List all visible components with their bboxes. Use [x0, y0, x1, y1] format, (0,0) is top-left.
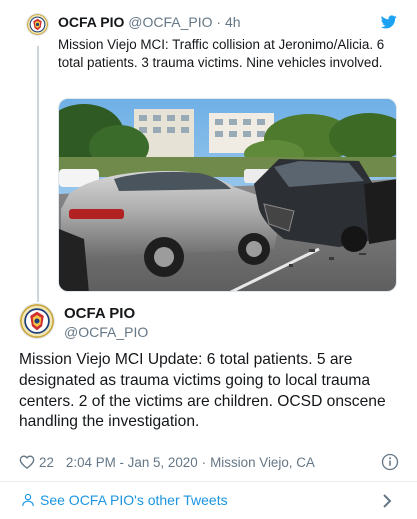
separator-dot: · [201, 454, 207, 470]
tweet-meta-row: 22 2:04 PM - Jan 5, 2020 · Mission Viejo… [19, 453, 399, 471]
twitter-bird-icon[interactable] [381, 15, 397, 29]
tweet-location[interactable]: Mission Viejo, CA [210, 455, 315, 470]
ocfa-seal-icon [27, 14, 48, 35]
ocfa-seal-icon [20, 304, 54, 338]
see-other-tweets-label: See OCFA PIO's other Tweets [40, 492, 228, 508]
person-icon [22, 493, 34, 506]
see-other-tweets-link[interactable]: See OCFA PIO's other Tweets [0, 482, 417, 519]
tweet-age[interactable]: 4h [225, 14, 241, 30]
heart-icon[interactable] [19, 454, 35, 470]
info-icon[interactable] [381, 453, 399, 471]
author-handle[interactable]: @OCFA_PIO [64, 324, 148, 340]
like-count[interactable]: 22 [39, 455, 54, 470]
avatar[interactable] [19, 303, 55, 339]
avatar[interactable] [26, 13, 49, 36]
author-name[interactable]: OCFA PIO [64, 305, 135, 322]
author-handle[interactable]: @OCFA_PIO [128, 14, 212, 30]
photo-collision-scene [59, 99, 396, 291]
separator-dot: · [216, 14, 222, 30]
parent-tweet-header: OCFA PIO @OCFA_PIO · 4h [58, 14, 241, 30]
tweet-timestamp[interactable]: 2:04 PM - Jan 5, 2020 [66, 455, 198, 470]
tweet-text: Mission Viejo MCI Update: 6 total patien… [19, 351, 386, 431]
thread-line [37, 46, 39, 302]
collision-photo[interactable] [58, 98, 397, 292]
author-name[interactable]: OCFA PIO [58, 14, 124, 30]
parent-tweet-text: Mission Viejo MCI: Traffic collision at … [58, 37, 385, 70]
parent-tweet[interactable]: OCFA PIO @OCFA_PIO · 4h Mission Viejo MC… [18, 6, 408, 302]
tweet-embed-card: OCFA PIO @OCFA_PIO · 4h Mission Viejo MC… [0, 0, 417, 519]
chevron-right-icon [383, 494, 392, 508]
